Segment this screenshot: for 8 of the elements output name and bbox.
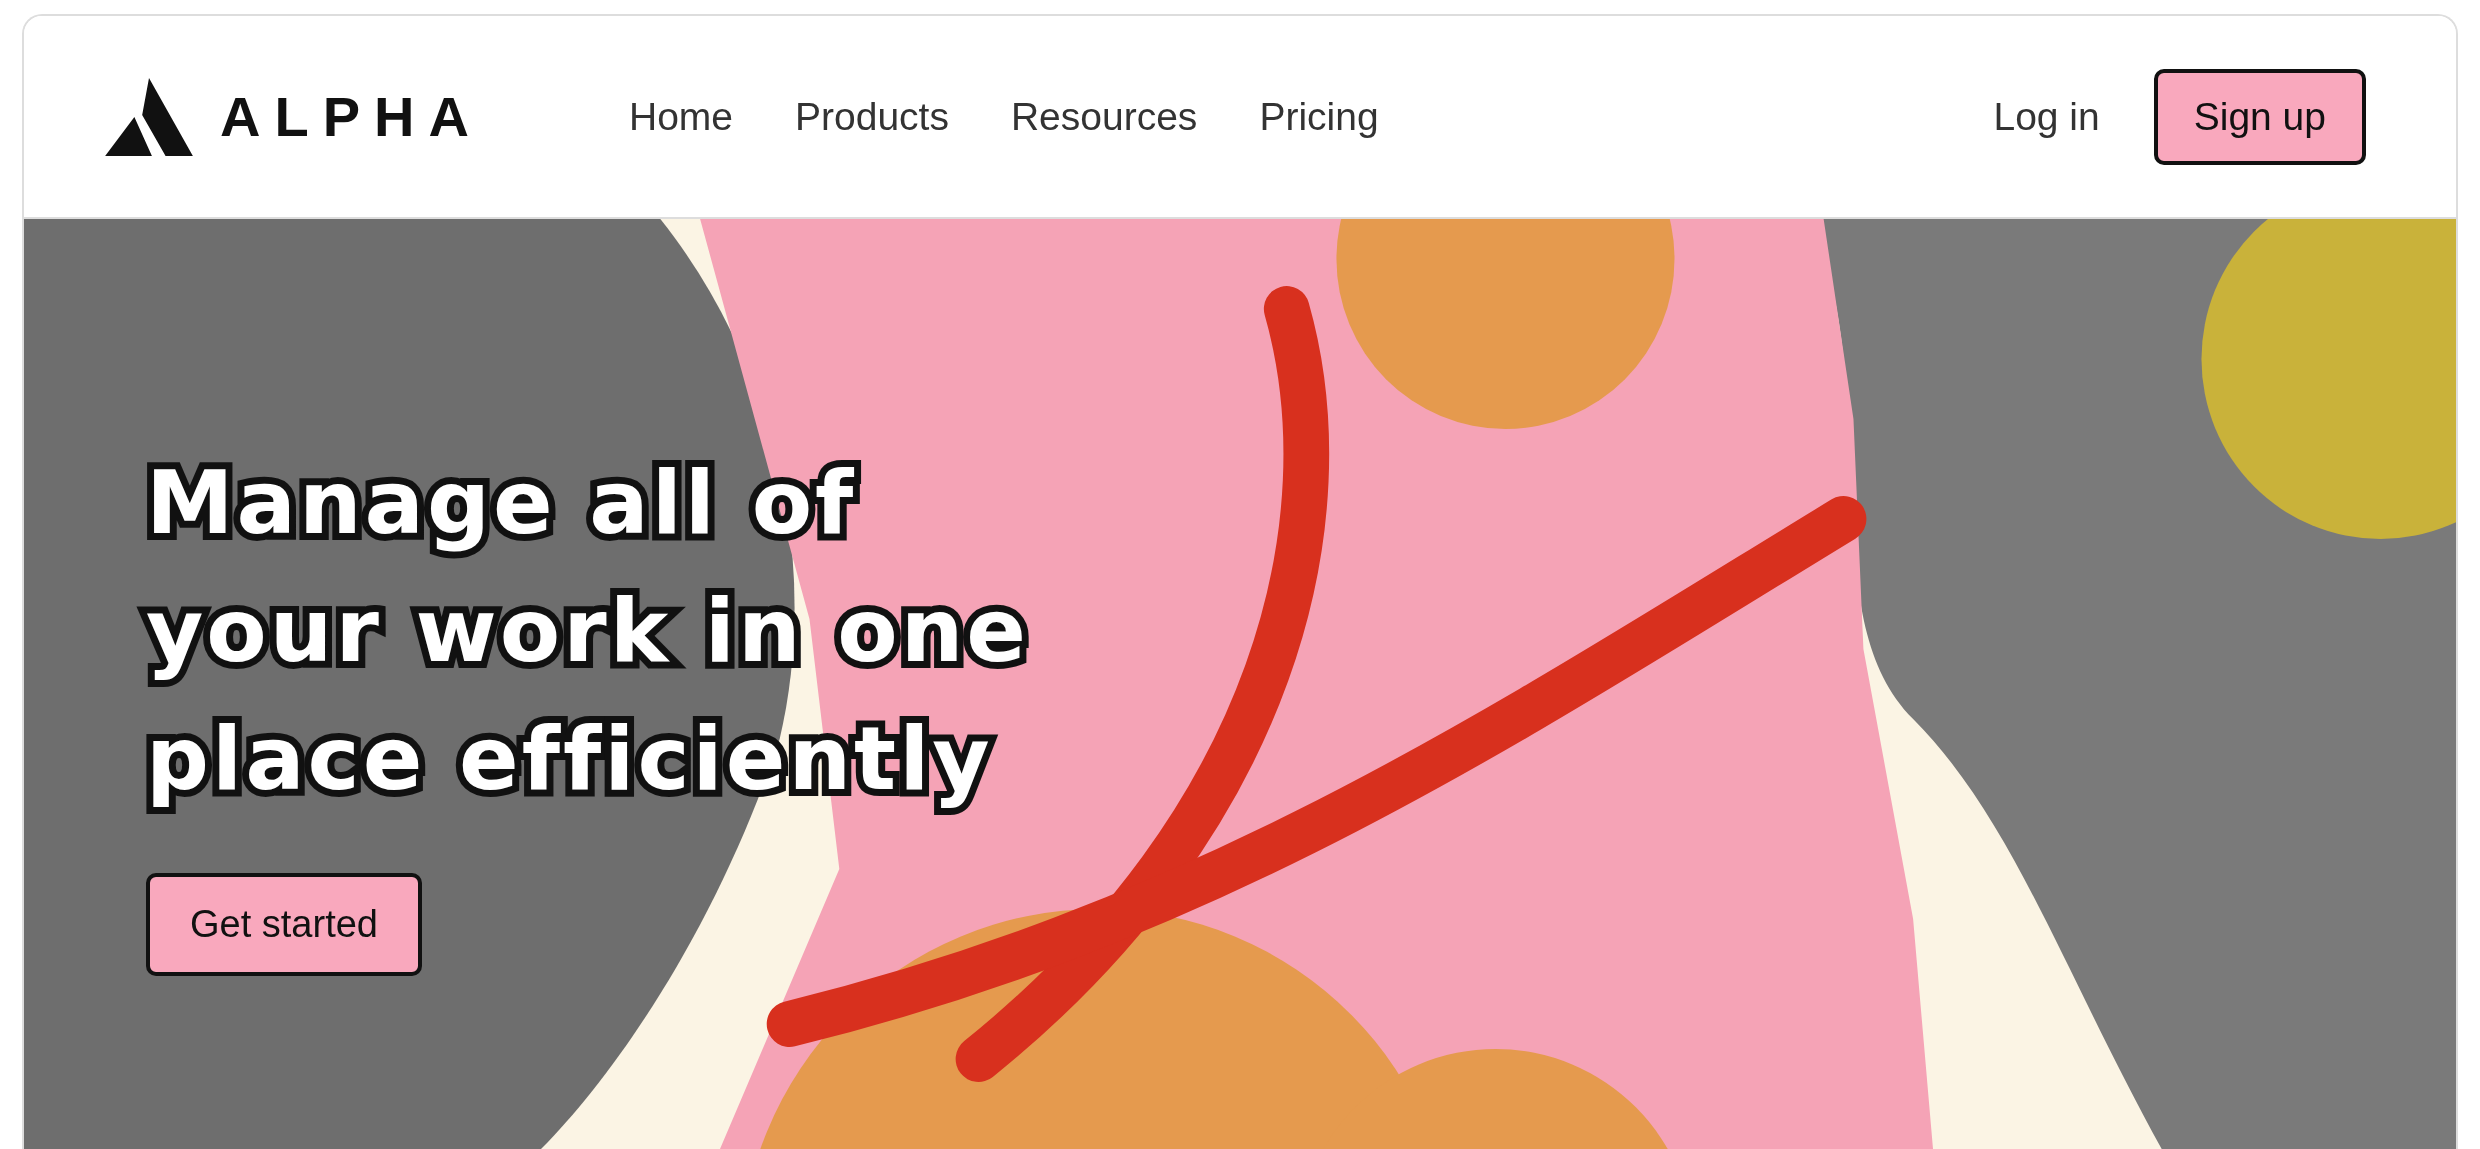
nav-link[interactable]: Home <box>629 94 734 139</box>
get-started-button[interactable]: Get started <box>146 873 422 976</box>
brand-name: ALPHA <box>220 84 483 149</box>
login-link[interactable]: Log in <box>1993 94 2100 139</box>
signup-button[interactable]: Sign up <box>2153 68 2366 165</box>
nav-link[interactable]: Products <box>795 94 949 139</box>
nav-link[interactable]: Resources <box>1010 94 1198 139</box>
nav-link[interactable]: Pricing <box>1259 94 1379 139</box>
